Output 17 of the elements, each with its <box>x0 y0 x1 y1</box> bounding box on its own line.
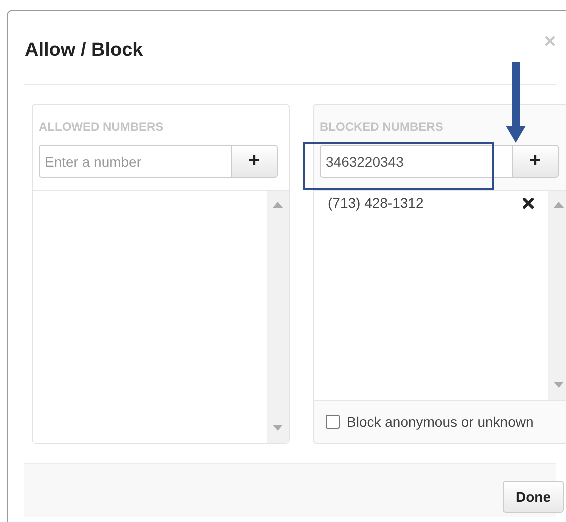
phone-number[interactable]: (713) 428-1312 <box>328 195 424 211</box>
panel-heading: ALLOWED NUMBERS <box>39 120 165 134</box>
dialog-title: Allow / Block <box>25 40 144 62</box>
number-field[interactable]: Enter a number <box>39 145 232 178</box>
scrollbar[interactable] <box>548 191 566 400</box>
scrollbar[interactable] <box>267 191 289 443</box>
scroll-up-icon[interactable] <box>273 202 283 208</box>
checkbox[interactable] <box>326 415 340 429</box>
checkbox-label: Block anonymous or unknown <box>347 414 534 430</box>
done-button[interactable]: Done <box>503 480 564 512</box>
add-button[interactable]: + <box>232 145 278 178</box>
remove-icon[interactable] <box>523 198 534 208</box>
scroll-up-icon[interactable] <box>554 202 564 208</box>
number-field[interactable]: 3463220343 <box>320 145 513 178</box>
add-button[interactable]: + <box>513 145 559 178</box>
scroll-down-icon[interactable] <box>273 425 283 431</box>
scroll-down-icon[interactable] <box>554 382 564 388</box>
